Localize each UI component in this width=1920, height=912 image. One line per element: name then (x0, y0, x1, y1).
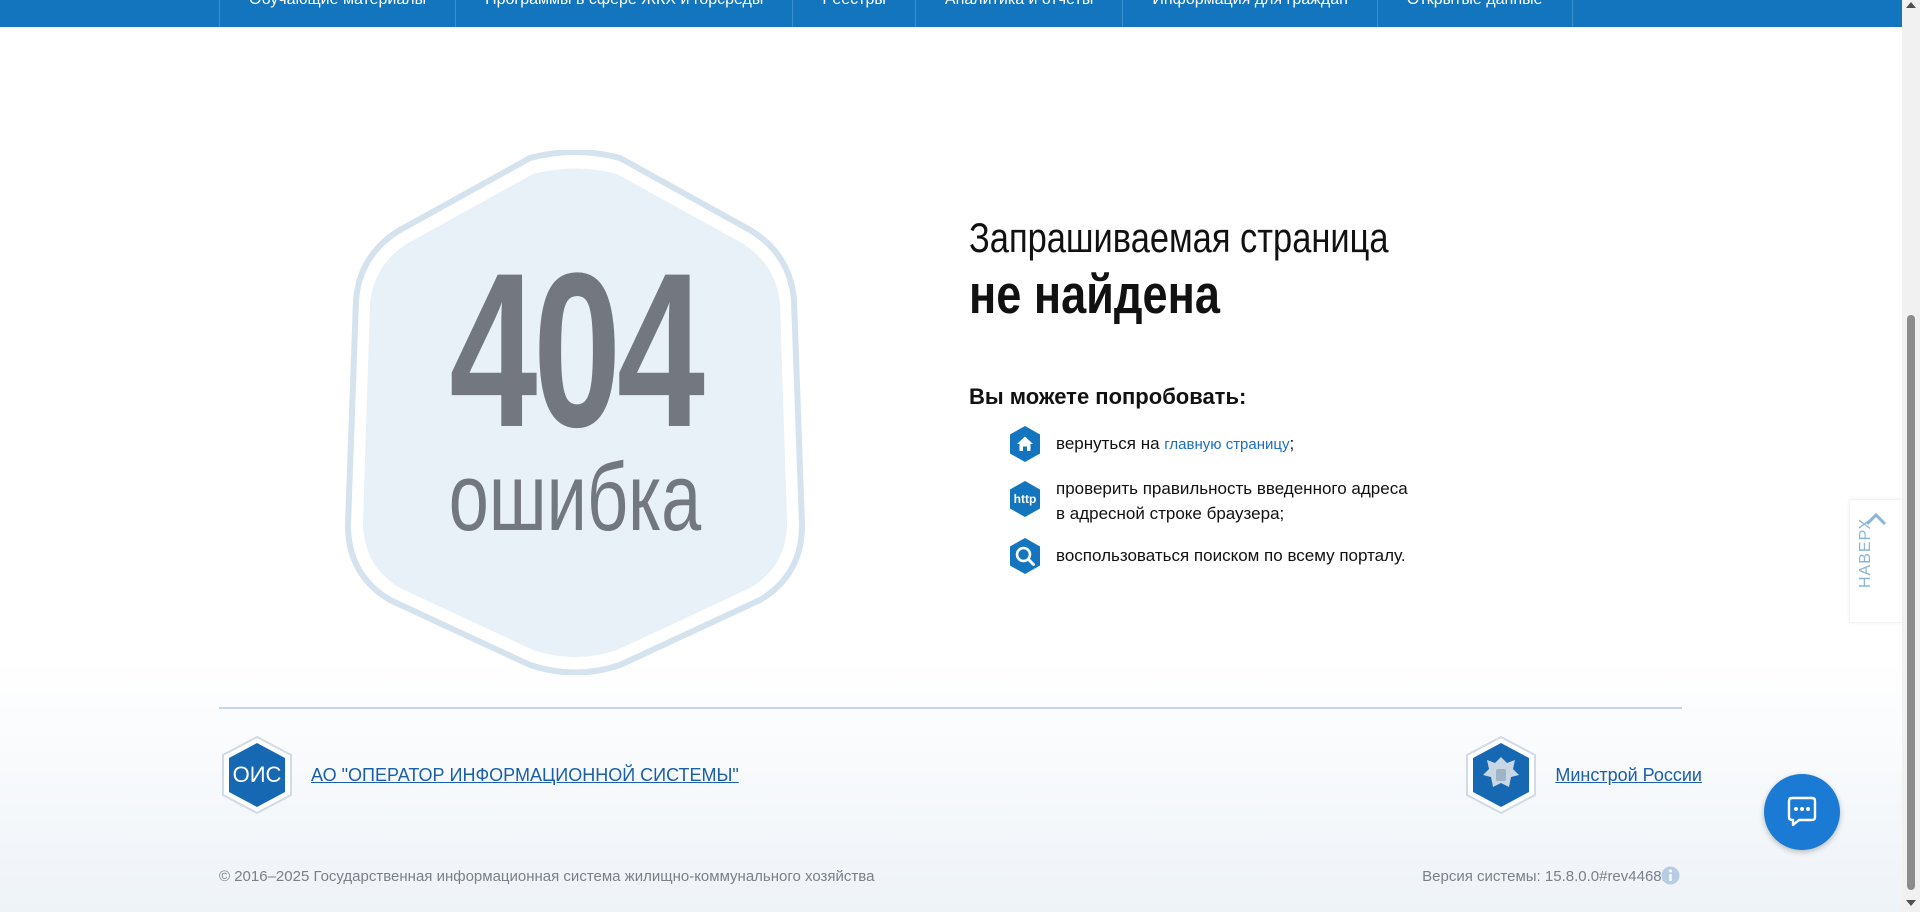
nav-item-label: Реестры (822, 0, 886, 8)
nav-item-label: Обучающие материалы (249, 0, 426, 8)
copyright-text: © 2016–2025 Государственная информационн… (219, 868, 875, 885)
error-message: Запрашиваемая страница не найдена (969, 212, 1569, 324)
suggestion-search-text: воспользоваться поиском по всему порталу… (1056, 546, 1406, 565)
operator-block: ОИС АО "ОПЕРАТОР ИНФОРМАЦИОННОЙ СИСТЕМЫ" (219, 735, 739, 815)
http-icon: http (1010, 481, 1040, 517)
suggestion-home-text: вернуться на главную страницу; (1056, 431, 1294, 457)
scroll-down-arrow[interactable] (1906, 900, 1916, 906)
ois-logo-text: ОИС (233, 762, 282, 787)
search-icon (1010, 538, 1040, 574)
nav-item-citizens[interactable]: Информация для граждан (1122, 0, 1377, 27)
footer-divider (219, 707, 1682, 709)
nav-item-registries[interactable]: Реестры (792, 0, 915, 27)
top-navigation: Обучающие материалы Программы в сфере ЖК… (0, 0, 1902, 27)
suggestion-home: вернуться на главную страницу; (1006, 425, 1526, 463)
error-title-line1: Запрашиваемая страница (969, 214, 1389, 261)
ois-logo[interactable]: ОИС (219, 735, 295, 815)
nav-item-analytics[interactable]: Аналитика и отчеты (914, 0, 1122, 27)
nav-item-label: Программы в сфере ЖКХ и горсреды (485, 0, 763, 8)
scrollbar-thumb[interactable] (1907, 315, 1915, 890)
page-scrollbar[interactable] (1902, 0, 1920, 912)
error-code: 404 (449, 227, 705, 473)
try-heading: Вы можете попробовать: (969, 384, 1247, 409)
back-to-top-button[interactable]: НАВЕРХ (1850, 500, 1902, 622)
ministry-link[interactable]: Минстрой России (1555, 765, 1702, 786)
operator-link[interactable]: АО "ОПЕРАТОР ИНФОРМАЦИОННОЙ СИСТЕМЫ" (311, 765, 739, 786)
home-icon (1010, 426, 1040, 462)
back-to-top-label: НАВЕРХ (1857, 517, 1874, 588)
suggestion-http-text: проверить правильность введенного адреса… (1056, 476, 1408, 526)
nav-item-open-data[interactable]: Открытые данные (1376, 0, 1573, 27)
suggestion-text: в адресной строке браузера; (1056, 504, 1285, 523)
scroll-up-arrow[interactable] (1906, 2, 1916, 8)
suggestion-text-end: ; (1289, 434, 1295, 453)
nav-item-label: Аналитика и отчеты (945, 0, 1093, 8)
system-version: Версия системы: 15.8.0.0#rev44681 (1422, 868, 1670, 885)
home-page-link[interactable]: главную страницу (1164, 436, 1289, 453)
info-icon[interactable] (1661, 866, 1680, 885)
suggestion-http: http проверить правильность введенного а… (1006, 478, 1526, 526)
ministry-block: Минстрой России (1463, 735, 1702, 815)
error-hexagon: 404 ошибка (330, 150, 820, 675)
suggestion-text: проверить правильность введенного адреса (1056, 479, 1408, 498)
nav-item-label: Информация для граждан (1152, 0, 1348, 8)
chat-icon (1787, 796, 1817, 827)
ministry-emblem-icon[interactable] (1463, 735, 1539, 815)
suggestion-search: воспользоваться поиском по всему порталу… (1006, 537, 1526, 575)
nav-item-programs[interactable]: Программы в сфере ЖКХ и горсреды (455, 0, 792, 27)
http-icon-label: http (1014, 492, 1037, 506)
error-title-line2: не найдена (969, 263, 1220, 325)
nav-list: Обучающие материалы Программы в сфере ЖК… (219, 0, 1573, 27)
error-word: ошибка (448, 444, 702, 551)
nav-item-training[interactable]: Обучающие материалы (219, 0, 455, 27)
chat-button[interactable] (1764, 774, 1840, 850)
nav-item-label: Открытые данные (1407, 0, 1543, 8)
suggestion-text: вернуться на (1056, 434, 1165, 453)
